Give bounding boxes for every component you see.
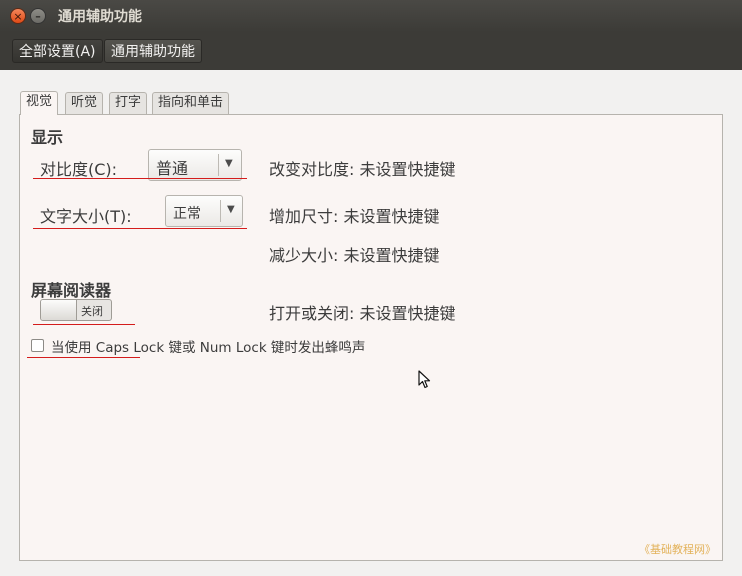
combo-separator — [218, 154, 219, 176]
screen-reader-underline — [33, 324, 135, 325]
screen-reader-shortcut[interactable]: 打开或关闭: 未设置快捷键 — [269, 300, 455, 324]
contrast-label: 对比度(C): — [40, 160, 118, 179]
minimize-button[interactable]: – — [30, 8, 46, 24]
switch-state: 关闭 — [81, 305, 103, 318]
all-settings-button[interactable]: 全部设置(A) — [12, 39, 103, 63]
breadcrumb-current[interactable]: 通用辅助功能 — [104, 39, 202, 63]
switch-knob[interactable] — [41, 300, 77, 320]
increase-size-shortcut[interactable]: 增加尺寸: 未设置快捷键 — [269, 203, 439, 227]
text-size-value: 正常 — [173, 206, 201, 222]
close-button[interactable]: × — [10, 8, 26, 24]
close-icon: × — [13, 9, 23, 23]
dropdown-arrow-icon: ▼ — [225, 158, 233, 169]
beep-checkbox[interactable] — [31, 339, 44, 352]
tab-typing[interactable]: 打字 — [109, 92, 148, 114]
toolbar: 全部设置(A) 通用辅助功能 — [0, 32, 742, 70]
tab-pointing-clicking[interactable]: 指向和单击 — [152, 92, 230, 114]
watermark: 《基础教程网》 — [639, 543, 716, 556]
contrast-value: 普通 — [156, 159, 189, 178]
screen-reader-switch[interactable]: 关闭 — [40, 299, 112, 321]
display-heading: 显示 — [31, 128, 64, 147]
combo-separator — [220, 200, 221, 222]
decrease-size-shortcut[interactable]: 减少大小: 未设置快捷键 — [269, 242, 439, 266]
contrast-shortcut[interactable]: 改变对比度: 未设置快捷键 — [269, 156, 455, 180]
contrast-underline — [33, 178, 247, 179]
title-bar: × – 通用辅助功能 — [0, 0, 742, 32]
screen-reader-heading: 屏幕阅读器 — [31, 281, 112, 300]
contrast-combo[interactable]: 普通 ▼ — [148, 149, 242, 181]
beep-label[interactable]: 当使用 Caps Lock 键或 Num Lock 键时发出蜂鸣声 — [51, 336, 365, 356]
text-size-label: 文字大小(T): — [40, 207, 132, 226]
text-size-underline — [33, 228, 247, 229]
minimize-icon: – — [35, 9, 41, 23]
dropdown-arrow-icon: ▼ — [227, 204, 235, 215]
mouse-pointer-icon — [418, 370, 431, 389]
text-size-combo[interactable]: 正常 ▼ — [165, 195, 243, 227]
tab-hearing[interactable]: 听觉 — [65, 92, 104, 114]
window-title: 通用辅助功能 — [58, 9, 142, 25]
beep-underline — [27, 357, 140, 358]
tab-seeing[interactable]: 视觉 — [20, 91, 59, 115]
